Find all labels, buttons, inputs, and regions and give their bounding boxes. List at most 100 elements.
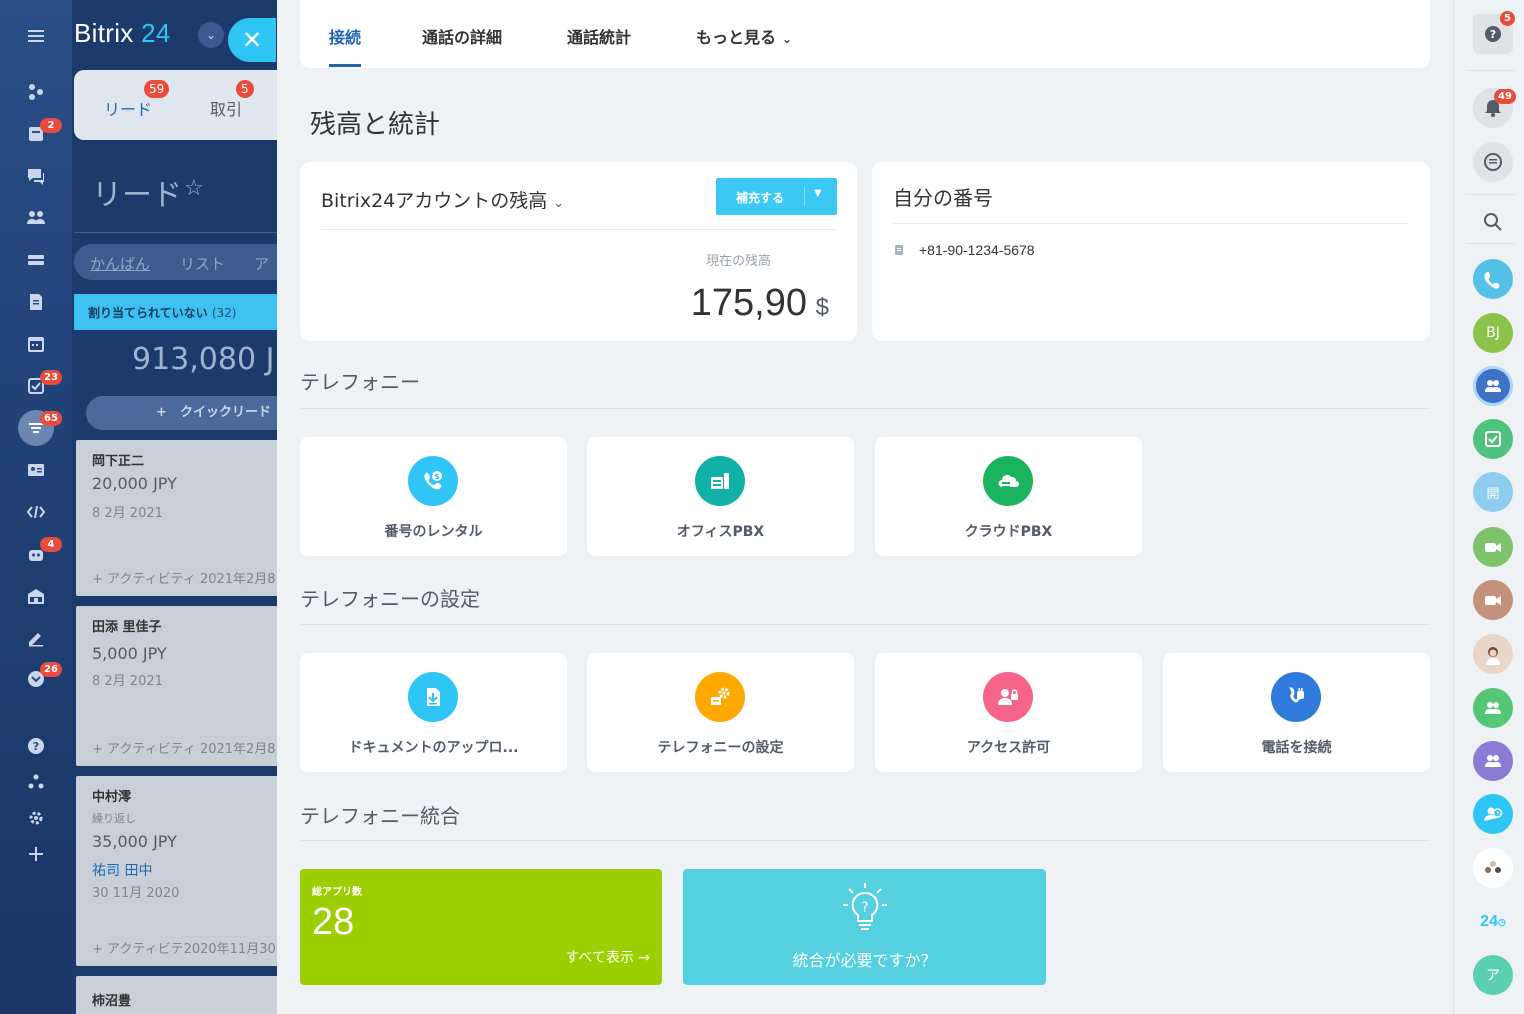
access-lock-icon	[983, 672, 1033, 722]
lead-card[interactable]: 田添 里佳子 5,000 JPY 8 2月 2021 + アクティビティ 202…	[76, 606, 277, 766]
tile-label: アクセス許可	[966, 740, 1051, 756]
crm-tab-deals[interactable]: 取引 5	[210, 80, 254, 120]
divider	[300, 624, 1430, 625]
tile-cloud-pbx[interactable]: クラウドPBX	[875, 437, 1142, 556]
lead-card[interactable]: 中村澪 繰り返し 35,000 JPY 祐司 田中 30 11月 2020 + …	[76, 776, 277, 966]
search-button[interactable]	[1473, 202, 1513, 242]
chevron-down-icon: ⌄	[553, 196, 565, 211]
section-title-telephony-settings: テレフォニーの設定	[300, 587, 480, 611]
close-slider-button[interactable]: ✕	[228, 18, 276, 62]
chevron-down-icon[interactable]: ⌄	[198, 22, 224, 48]
column-count: (32)	[211, 306, 237, 320]
calendar-icon[interactable]	[22, 330, 50, 358]
tile-connect-phone[interactable]: 電話を接続	[1163, 653, 1430, 772]
tile-access-permissions[interactable]: アクセス許可	[875, 653, 1142, 772]
group-icon	[1485, 755, 1501, 767]
chat-icon[interactable]	[22, 162, 50, 190]
refill-button[interactable]: 補充する ▼	[716, 178, 837, 215]
lead-date: 30 11月 2020	[92, 886, 180, 901]
help-icon: ?	[1485, 26, 1501, 42]
video-camera-icon	[1485, 596, 1501, 605]
video-camera-icon	[1485, 543, 1501, 552]
more-badge: 26	[40, 662, 62, 677]
company-icon[interactable]	[22, 582, 50, 610]
lead-amount: 20,000 JPY	[92, 474, 177, 493]
contacts-icon[interactable]	[22, 203, 50, 231]
workgroup-button[interactable]	[1473, 688, 1513, 728]
code-icon[interactable]	[22, 498, 50, 526]
settings-gear-icon	[695, 672, 745, 722]
svg-text:$: $	[434, 472, 440, 481]
quick-lead-button[interactable]: + クイックリード	[86, 396, 277, 430]
drive-icon[interactable]	[22, 246, 50, 274]
user-avatar-photo[interactable]	[1473, 634, 1513, 674]
phone-number-row: +81-90-1234-5678	[893, 242, 1035, 258]
recent-contacts-button[interactable]	[1473, 794, 1513, 834]
crm-tabs: リード 59 取引 5	[74, 70, 277, 140]
contact-card-icon[interactable]	[22, 456, 50, 484]
open-channel-button[interactable]: 開	[1473, 472, 1513, 512]
team-avatars[interactable]	[1473, 848, 1513, 888]
call-button[interactable]	[1473, 259, 1513, 299]
total-apps-card[interactable]: 総アプリ数 28 すべて表示 →	[300, 869, 662, 985]
lead-name: 中村澪	[92, 790, 132, 805]
view-kanban[interactable]: かんばん	[90, 253, 150, 274]
group-chat-button[interactable]	[1473, 366, 1513, 406]
feed-icon[interactable]	[22, 78, 50, 106]
balance-card: Bitrix24アカウントの残高 ⌄ 補充する ▼ 現在の残高 175,90 $	[300, 162, 857, 341]
messages-button[interactable]	[1473, 142, 1513, 182]
brand-number: 24	[141, 18, 171, 48]
view-activity[interactable]: ア	[254, 253, 269, 274]
apps-count: 28	[312, 901, 355, 943]
tab-call-stats[interactable]: 通話統計	[567, 24, 631, 48]
document-icon[interactable]	[22, 288, 50, 316]
video-call-button[interactable]	[1473, 527, 1513, 567]
crm-badge: 65	[40, 411, 62, 426]
sign-icon[interactable]	[22, 624, 50, 652]
user-avatar-bj[interactable]: BJ	[1473, 313, 1513, 353]
tile-document-upload[interactable]: ドキュメントのアップロ...	[300, 653, 567, 772]
kanban-column-header[interactable]: 割り当てられていない (32)	[74, 294, 277, 330]
chevron-down-icon: ⌄	[782, 32, 793, 46]
tile-telephony-settings[interactable]: テレフォニーの設定	[587, 653, 854, 772]
right-sidebar: ? 5 49 BJ 開 24 ◷ ア	[1453, 0, 1524, 1014]
need-integration-card[interactable]: ? 統合が必要ですか？	[683, 869, 1046, 985]
column-name: 割り当てられていない	[88, 306, 208, 320]
project-button[interactable]	[1473, 741, 1513, 781]
lead-date: 8 2月 2021	[92, 674, 163, 689]
tile-label: テレフォニーの設定	[657, 740, 784, 756]
settings-icon[interactable]	[22, 804, 50, 832]
office-pbx-icon	[695, 456, 745, 506]
lead-responsible[interactable]: 祐司 田中	[92, 860, 152, 880]
view-list[interactable]: リスト	[180, 253, 225, 274]
video-conference-button[interactable]	[1473, 580, 1513, 620]
crm-tab-badge: 5	[236, 80, 254, 98]
see-all-link[interactable]: すべて表示 →	[565, 947, 650, 967]
tile-number-rental[interactable]: $ 番号のレンタル	[300, 437, 567, 556]
balance-title[interactable]: Bitrix24アカウントの残高 ⌄	[321, 186, 564, 213]
tasks-chat-button[interactable]	[1473, 419, 1513, 459]
menu-icon[interactable]	[22, 22, 50, 50]
bitrix24-clock-logo[interactable]: 24 ◷	[1473, 902, 1513, 942]
divider	[1466, 194, 1516, 195]
user-avatar-a[interactable]: ア	[1473, 955, 1513, 995]
tab-call-details[interactable]: 通話の詳細	[422, 24, 502, 48]
dropdown-arrow-icon[interactable]: ▼	[814, 188, 822, 199]
lead-card[interactable]: 岡下正二 20,000 JPY 8 2月 2021 + アクティビティ 2021…	[76, 440, 277, 596]
divider	[1466, 70, 1516, 71]
lead-card[interactable]: 柿沼豊	[76, 976, 277, 1014]
crm-tab-leads[interactable]: リード 59	[104, 80, 170, 120]
add-icon[interactable]	[22, 840, 50, 868]
sim-card-icon	[895, 245, 903, 255]
star-icon[interactable]: ☆	[184, 176, 204, 201]
help-icon[interactable]: ?	[22, 732, 50, 760]
people-photo-icon	[1485, 861, 1501, 873]
tab-connect[interactable]: 接続	[329, 24, 362, 67]
structure-icon[interactable]	[22, 768, 50, 796]
tab-more[interactable]: もっと見る ⌄	[696, 24, 792, 48]
tile-office-pbx[interactable]: オフィスPBX	[587, 437, 854, 556]
add-activity-link: + アクティビテ2020年11月30	[92, 942, 276, 957]
bitrix-logo[interactable]: Bitrix 24	[74, 18, 171, 49]
lead-amount: 35,000 JPY	[92, 832, 177, 851]
crm-tab-label: リード	[104, 100, 153, 119]
